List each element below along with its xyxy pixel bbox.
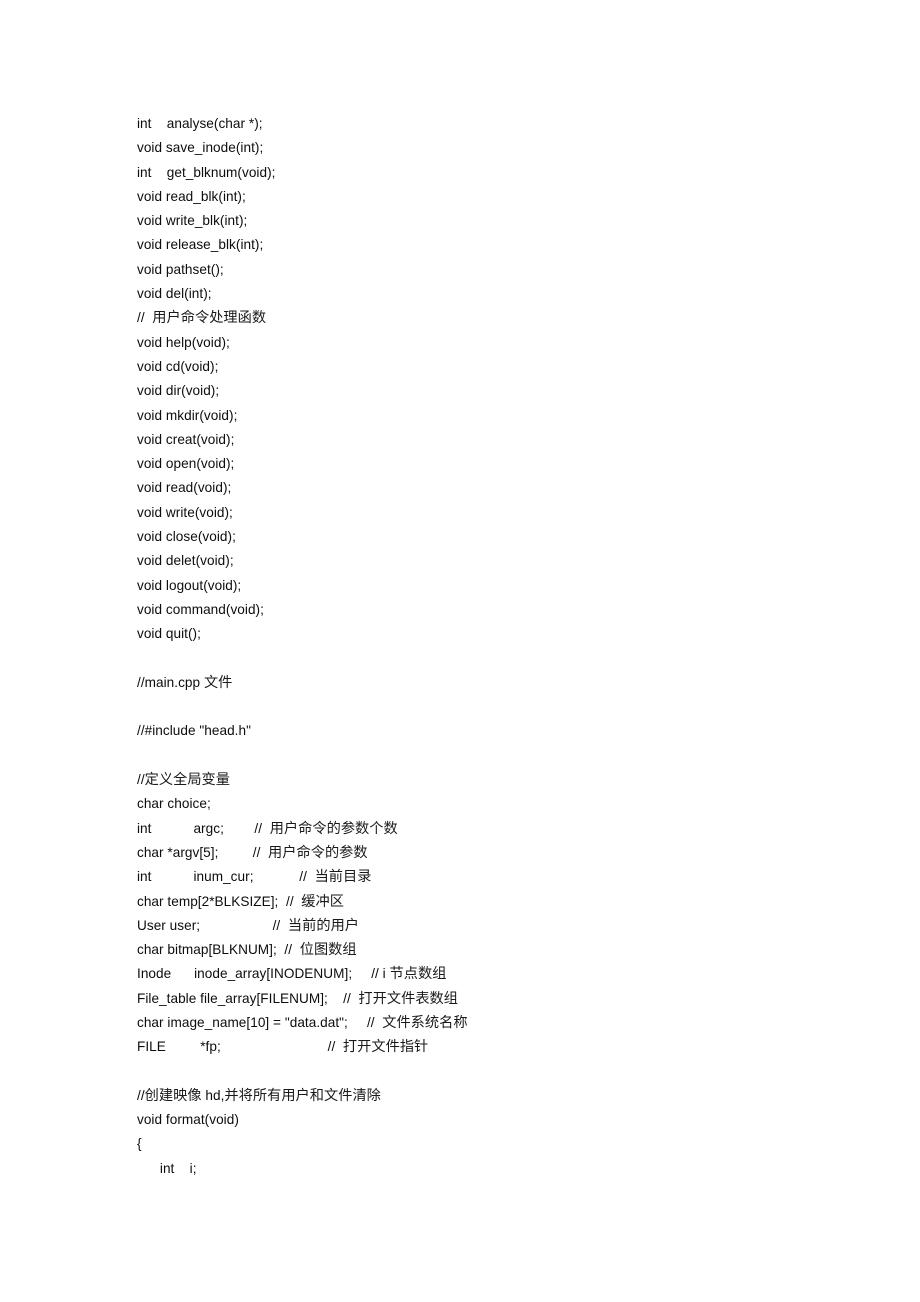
code-line: User user; // 当前的用户 [137, 917, 360, 934]
code-line: char temp[2*BLKSIZE]; // 缓冲区 [137, 893, 344, 910]
cjk-run: 打开文件表数组 [358, 990, 458, 1007]
code-line: File_table file_array[FILENUM]; // 打开文件表… [137, 990, 458, 1007]
code-line: char bitmap[BLKNUM]; // 位图数组 [137, 942, 357, 959]
code-line: //定义全局变量 [137, 772, 231, 789]
code-line: void delet(void); [137, 553, 234, 569]
code-line: //main.cpp 文件 [137, 674, 233, 691]
cjk-run: 文件系统名称 [382, 1014, 468, 1031]
cjk-run: 节点数组 [389, 966, 447, 983]
code-line: //创建映像 hd,并将所有用户和文件清除 [137, 1087, 381, 1104]
code-line: void read(void); [137, 480, 232, 496]
cjk-run: 当前目录 [314, 869, 372, 886]
code-line: int analyse(char *); [137, 116, 263, 131]
cjk-run: 打开文件指针 [342, 1039, 429, 1056]
code-line: void write(void); [137, 504, 233, 520]
code-line: int argc; // 用户命令的参数个数 [137, 820, 398, 837]
code-line: //#include "head.h" [137, 723, 251, 739]
code-line: void command(void); [137, 601, 264, 617]
code-line: // 用户命令处理函数 [137, 310, 267, 327]
code-line: void open(void); [137, 456, 235, 472]
code-line: void pathset(); [137, 261, 224, 277]
cjk-run: 缓冲区 [301, 893, 344, 910]
code-line: int inum_cur; // 当前目录 [137, 869, 372, 886]
code-line: Inode inode_array[INODENUM]; // i 节点数组 [137, 966, 447, 983]
code-line: char choice; [137, 796, 211, 812]
code-line: void dir(void); [137, 383, 220, 399]
code-line: { [137, 1136, 142, 1152]
code-line: char *argv[5]; // 用户命令的参数 [137, 844, 368, 861]
cjk-run: 用户命令的参数 [268, 844, 368, 861]
code-line: void mkdir(void); [137, 407, 238, 423]
code-line: void creat(void); [137, 431, 235, 447]
cjk-run: 创建映像 [144, 1087, 202, 1104]
cjk-run: 用户命令的参数个数 [269, 820, 398, 837]
cjk-run: 当前的用户 [287, 917, 360, 934]
code-line: void logout(void); [137, 577, 242, 593]
cjk-run: 文件 [203, 674, 233, 691]
code-line: void cd(void); [137, 358, 219, 374]
code-line: FILE *fp; // 打开文件指针 [137, 1039, 429, 1056]
code-line: int i; [137, 1160, 197, 1176]
code-line: void release_blk(int); [137, 237, 264, 253]
cjk-run: 定义全局变量 [144, 772, 231, 789]
code-line: char image_name[10] = "data.dat"; // 文件系… [137, 1014, 468, 1031]
code-line: void close(void); [137, 529, 236, 545]
code-line: int get_blknum(void); [137, 164, 276, 180]
code-line: void format(void) [137, 1112, 239, 1128]
document-page: int analyse(char *); void save_inode(int)… [0, 0, 920, 1302]
code-line: void quit(); [137, 626, 201, 642]
cjk-run: 并将所有用户和文件清除 [224, 1087, 381, 1104]
code-line: void del(int); [137, 286, 212, 302]
code-line: void save_inode(int); [137, 140, 264, 156]
cjk-run: 用户命令处理函数 [152, 310, 267, 327]
code-line: void help(void); [137, 334, 230, 350]
cjk-run: 位图数组 [299, 942, 357, 959]
code-line: void read_blk(int); [137, 188, 246, 204]
code-line: void write_blk(int); [137, 213, 248, 229]
code-listing: int analyse(char *); void save_inode(int)… [137, 112, 837, 1181]
